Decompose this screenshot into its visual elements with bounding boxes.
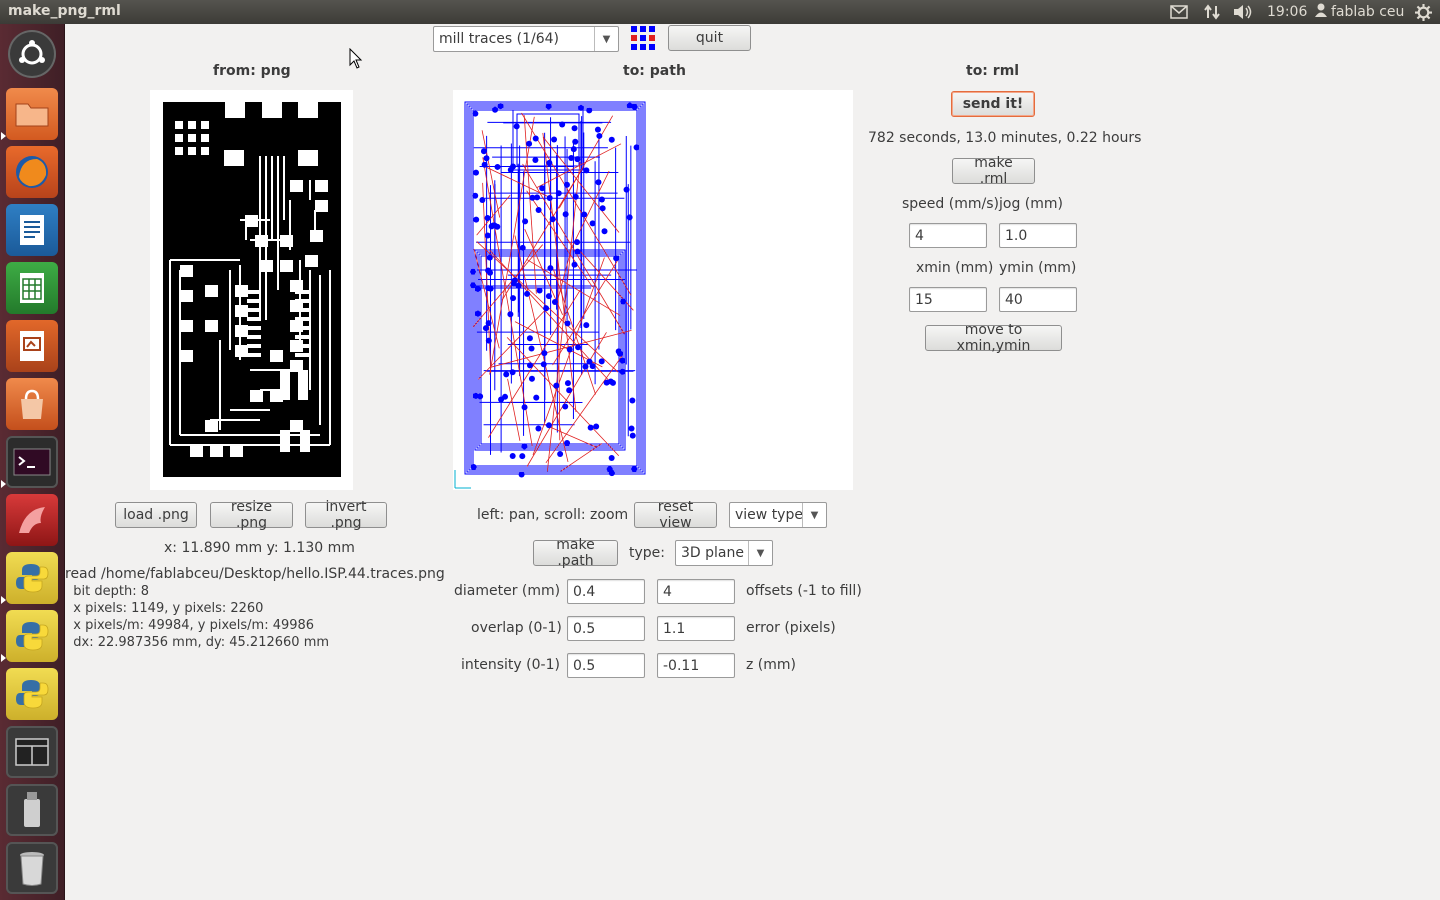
move-to-xmin-ymin-button[interactable]: move to xmin,ymin xyxy=(925,322,1062,354)
quit-button[interactable]: quit xyxy=(668,25,751,51)
view-type-select[interactable]: view type ▼ xyxy=(729,502,827,528)
intensity-input[interactable] xyxy=(567,653,645,678)
clock[interactable]: 19:06 xyxy=(1267,3,1307,21)
terminal-icon[interactable] xyxy=(6,436,58,488)
python-icon-2[interactable] xyxy=(6,610,58,662)
z-input[interactable] xyxy=(657,653,735,678)
ymin-label: ymin (mm) xyxy=(999,260,1077,276)
offsets-input[interactable] xyxy=(657,579,735,604)
red-app-icon[interactable] xyxy=(6,494,58,546)
diameter-label: diameter (mm) xyxy=(454,583,561,599)
mode-select-value: mill traces (1/64) xyxy=(439,31,559,47)
launcher xyxy=(0,24,65,900)
load-png-button[interactable]: load .png xyxy=(115,502,197,528)
chevron-down-icon: ▼ xyxy=(594,27,618,51)
user-icon xyxy=(1315,3,1327,21)
xmin-label: xmin (mm) xyxy=(916,260,994,276)
volume-icon[interactable] xyxy=(1233,3,1253,21)
chevron-down-icon: ▼ xyxy=(748,541,772,565)
make-rml-button[interactable]: make .rml xyxy=(952,155,1035,187)
png-info: read /home/fablabceu/Desktop/hello.ISP.4… xyxy=(65,566,445,651)
files-icon[interactable] xyxy=(6,88,58,140)
writer-icon[interactable] xyxy=(6,204,58,256)
user-name: fablab ceu xyxy=(1331,4,1405,20)
z-label: z (mm) xyxy=(746,657,796,673)
toolpath-image xyxy=(454,101,646,489)
intensity-label: intensity (0-1) xyxy=(461,657,560,673)
png-info-line: x pixels/m: 49984, y pixels/m: 49986 xyxy=(65,618,315,633)
mode-select[interactable]: mill traces (1/64) ▼ xyxy=(433,26,619,52)
rml-header: to: rml xyxy=(966,63,1020,79)
ymin-input[interactable] xyxy=(999,287,1077,312)
make-path-button[interactable]: make .path xyxy=(533,537,618,569)
pan-zoom-hint: left: pan, scroll: zoom xyxy=(477,507,629,523)
running-indicator xyxy=(1,654,6,662)
cursor-coords: x: 11.890 mm y: 1.130 mm xyxy=(164,540,355,556)
overlap-input[interactable] xyxy=(567,616,645,641)
path-preview-canvas[interactable] xyxy=(453,90,853,490)
path-header: to: path xyxy=(623,63,686,79)
time-estimate: 782 seconds, 13.0 minutes, 0.22 hours xyxy=(868,130,1142,146)
offsets-label: offsets (-1 to fill) xyxy=(746,583,862,599)
speed-input[interactable] xyxy=(909,223,987,248)
network-icon[interactable] xyxy=(1203,3,1221,21)
reset-view-button[interactable]: reset view xyxy=(634,499,717,531)
png-info-line: dx: 22.987356 mm, dy: 45.212660 mm xyxy=(65,635,330,650)
png-info-line: bit depth: 8 xyxy=(65,584,149,599)
jog-input[interactable] xyxy=(999,223,1077,248)
python-icon-3[interactable] xyxy=(6,668,58,720)
type-label: type: xyxy=(629,545,665,561)
speed-label: speed (mm/s) xyxy=(902,196,999,212)
gear-icon[interactable] xyxy=(1415,3,1432,21)
error-input[interactable] xyxy=(657,616,735,641)
window-title: make_png_rml xyxy=(8,3,121,19)
usb-drive-icon[interactable] xyxy=(6,784,58,836)
invert-png-button[interactable]: invert .png xyxy=(305,499,387,531)
chevron-down-icon: ▼ xyxy=(802,503,826,527)
xmin-input[interactable] xyxy=(909,287,987,312)
overlap-label: overlap (0-1) xyxy=(471,620,562,636)
mouse-pointer-icon xyxy=(349,47,363,74)
diameter-input[interactable] xyxy=(567,579,645,604)
workspace-switcher-icon[interactable] xyxy=(6,726,58,778)
running-indicator xyxy=(1,480,6,488)
top-panel: make_png_rml 19:06 fablab ceu xyxy=(0,0,1440,24)
resize-png-button[interactable]: resize .png xyxy=(210,499,293,531)
png-header: from: png xyxy=(213,63,291,79)
dash-icon[interactable] xyxy=(8,30,56,78)
send-it-button[interactable]: send it! xyxy=(951,91,1035,117)
python-icon-1[interactable] xyxy=(6,552,58,604)
firefox-icon[interactable] xyxy=(6,146,58,198)
trash-icon[interactable] xyxy=(6,842,58,894)
mail-icon[interactable] xyxy=(1170,3,1188,21)
view-type-value: view type xyxy=(735,507,802,523)
png-preview-canvas[interactable] xyxy=(150,90,353,490)
app-window: mill traces (1/64) ▼ quit from: png to: … xyxy=(65,24,1440,900)
jog-label: jog (mm) xyxy=(999,196,1063,212)
impress-icon[interactable] xyxy=(6,320,58,372)
running-indicator xyxy=(1,132,6,140)
path-type-select[interactable]: 3D plane ▼ xyxy=(675,540,773,566)
pcb-traces-image xyxy=(163,102,341,477)
error-label: error (pixels) xyxy=(746,620,836,636)
user-menu[interactable]: fablab ceu xyxy=(1315,3,1404,21)
path-type-value: 3D plane xyxy=(681,545,744,561)
calc-icon[interactable] xyxy=(6,262,58,314)
png-info-line: read /home/fablabceu/Desktop/hello.ISP.4… xyxy=(65,566,445,582)
fab-logo-icon xyxy=(631,26,657,52)
software-center-icon[interactable] xyxy=(6,378,58,430)
png-info-line: x pixels: 1149, y pixels: 2260 xyxy=(65,601,264,616)
